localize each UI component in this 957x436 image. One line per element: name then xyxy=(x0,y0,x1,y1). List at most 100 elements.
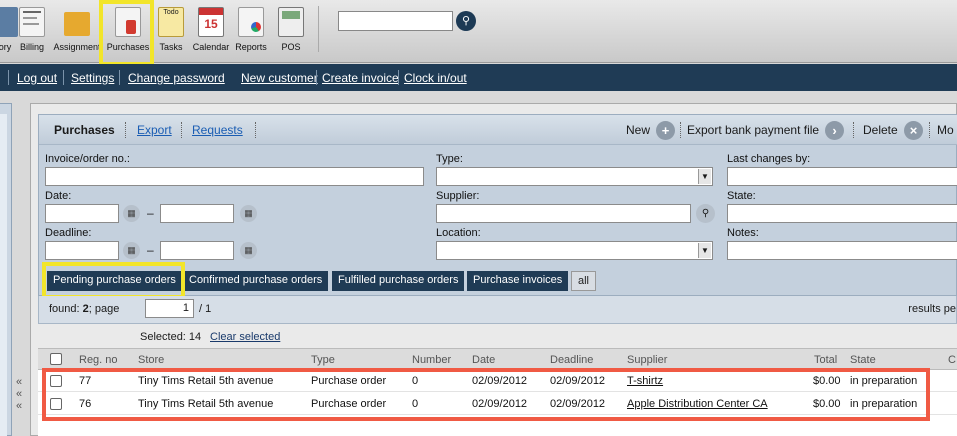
tab-all[interactable]: all xyxy=(571,271,597,291)
found-prefix: found: xyxy=(49,303,83,315)
col-total[interactable]: Total xyxy=(814,354,837,366)
col-supplier[interactable]: Supplier xyxy=(627,354,667,366)
date-from-input[interactable] xyxy=(45,204,119,223)
page-label: ; page xyxy=(88,303,120,315)
deadline-range-dash: – xyxy=(147,243,154,257)
settings-link[interactable]: Settings xyxy=(71,71,114,85)
calendar-icon[interactable]: ▦ xyxy=(123,205,140,222)
search-icon[interactable]: ⚲ xyxy=(456,11,476,31)
tab-fulfilled-purchase-orders[interactable]: Fulfilled purchase orders xyxy=(332,271,465,291)
col-deadline[interactable]: Deadline xyxy=(550,354,593,366)
invoice-label: Invoice/order no.: xyxy=(45,153,130,165)
supplier-input[interactable] xyxy=(436,204,691,223)
create-invoice-link[interactable]: Create invoice xyxy=(322,71,399,85)
folder-icon xyxy=(64,12,90,36)
add-icon[interactable]: + xyxy=(656,121,675,140)
tab-confirmed-purchase-orders[interactable]: Confirmed purchase orders xyxy=(183,271,329,291)
billing-icon xyxy=(19,7,45,37)
col-type[interactable]: Type xyxy=(311,354,335,366)
arrow-right-icon[interactable]: › xyxy=(825,121,844,140)
calendar-icon[interactable]: ▦ xyxy=(123,242,140,259)
more-button-label[interactable]: Mo xyxy=(937,123,954,137)
calendar-icon[interactable]: ▦ xyxy=(240,242,257,259)
table-header: Reg. no Store Type Number Date Deadline … xyxy=(38,348,957,370)
deadline-label: Deadline: xyxy=(45,227,92,239)
change-password-link[interactable]: Change password xyxy=(128,71,225,85)
date-label: Date: xyxy=(45,190,72,202)
tab-purchase-invoices[interactable]: Purchase invoices xyxy=(467,271,569,291)
page-number-input[interactable]: 1 xyxy=(145,299,194,318)
col-reg-no[interactable]: Reg. no xyxy=(79,354,118,366)
location-label: Location: xyxy=(436,227,481,239)
deadline-to-input[interactable] xyxy=(160,241,234,260)
pager-row: found: 2; page 1 / 1 results pe xyxy=(38,296,957,324)
nav-bar: Log out Settings Change password New cus… xyxy=(0,64,957,91)
reports-icon xyxy=(238,7,264,37)
header-separator xyxy=(853,122,854,138)
deadline-from-input[interactable] xyxy=(45,241,119,260)
left-sidebar-inner xyxy=(0,114,7,436)
invoice-number-input[interactable] xyxy=(45,167,424,186)
toolbar-assignment[interactable]: Assignment xyxy=(53,4,101,58)
nav-separator xyxy=(119,70,120,85)
state-input[interactable] xyxy=(727,204,957,223)
pending-tab-highlight xyxy=(42,262,185,299)
delete-icon[interactable]: × xyxy=(904,121,923,140)
header-separator xyxy=(181,122,182,138)
toolbar-pos[interactable]: POS xyxy=(268,4,314,58)
calendar-icon-day: 15 xyxy=(204,17,218,31)
selection-row: Selected: 14 Clear selected xyxy=(38,324,957,348)
notes-input[interactable] xyxy=(727,241,957,260)
header-separator xyxy=(929,122,930,138)
export-link[interactable]: Export xyxy=(137,123,172,137)
toolbar-billing[interactable]: Billing xyxy=(9,4,55,58)
type-label: Type: xyxy=(436,153,463,165)
selected-count: Selected: 14 xyxy=(140,331,202,343)
global-search-input[interactable] xyxy=(338,11,453,31)
export-bank-button-label[interactable]: Export bank payment file xyxy=(687,123,819,137)
purchases-highlight xyxy=(99,0,154,66)
col-extra[interactable]: C xyxy=(948,354,956,366)
todo-icon: Todo xyxy=(158,7,184,37)
col-date[interactable]: Date xyxy=(472,354,495,366)
col-store[interactable]: Store xyxy=(138,354,164,366)
collapse-sidebar-icon[interactable]: ««« xyxy=(16,376,28,412)
logout-link[interactable]: Log out xyxy=(17,71,57,85)
found-count: found: 2; page xyxy=(49,303,119,315)
select-all-checkbox[interactable] xyxy=(50,353,62,365)
results-per-page-label: results pe xyxy=(908,303,956,315)
state-label: State: xyxy=(727,190,756,202)
header-separator xyxy=(255,122,256,138)
toolbar-pos-label: POS xyxy=(281,42,301,52)
clear-selected-link[interactable]: Clear selected xyxy=(210,331,280,343)
new-button-label[interactable]: New xyxy=(626,123,650,137)
type-select[interactable]: ▼ xyxy=(436,167,713,186)
calendar-icon: 15 xyxy=(198,7,224,37)
rows-highlight xyxy=(42,368,930,421)
search-icon[interactable]: ⚲ xyxy=(696,204,715,223)
header-separator xyxy=(125,122,126,138)
chevron-down-icon: ▼ xyxy=(698,243,711,258)
nav-separator xyxy=(63,70,64,85)
left-sidebar-panel xyxy=(0,103,12,436)
last-changes-label: Last changes by: xyxy=(727,153,811,165)
calendar-icon[interactable]: ▦ xyxy=(240,205,257,222)
clock-in-out-link[interactable]: Clock in/out xyxy=(404,71,467,85)
header-separator xyxy=(680,122,681,138)
new-customer-link[interactable]: New customer xyxy=(241,71,318,85)
location-select[interactable]: ▼ xyxy=(436,241,713,260)
notes-label: Notes: xyxy=(727,227,759,239)
last-changes-input[interactable] xyxy=(727,167,957,186)
requests-link[interactable]: Requests xyxy=(192,123,243,137)
col-number[interactable]: Number xyxy=(412,354,451,366)
date-to-input[interactable] xyxy=(160,204,234,223)
toolbar-assignment-label: Assignment xyxy=(53,42,101,52)
page-title: Purchases xyxy=(54,123,115,137)
chevron-down-icon: ▼ xyxy=(698,169,711,184)
nav-separator xyxy=(316,70,317,85)
date-range-dash: – xyxy=(147,206,154,220)
delete-button-label[interactable]: Delete xyxy=(863,123,898,137)
page-total: / 1 xyxy=(199,303,212,315)
col-state[interactable]: State xyxy=(850,354,876,366)
panel-header: Purchases Export Requests New + Export b… xyxy=(39,115,957,145)
